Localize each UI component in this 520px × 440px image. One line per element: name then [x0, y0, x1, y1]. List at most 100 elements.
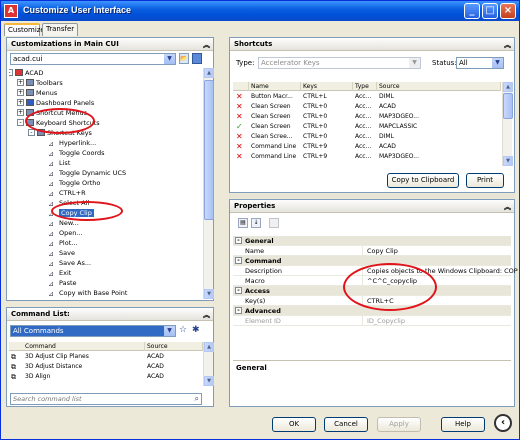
scroll-down-icon[interactable]: ▼	[503, 156, 513, 166]
chevron-down-icon[interactable]: ▼	[492, 58, 503, 68]
tree-item[interactable]: ⊿ Select All	[48, 198, 89, 208]
tree-item[interactable]: ⊿ Copy with Base Point	[48, 288, 127, 298]
property-value[interactable]: Copy Clip	[367, 246, 398, 256]
title-bar[interactable]: A Customize User Interface _ □ ×	[1, 1, 519, 21]
tree-item[interactable]: ⊿ Save As...	[48, 258, 91, 268]
tree-item[interactable]: ⊿ Toggle Dynamic UCS	[48, 168, 126, 178]
scroll-down-icon[interactable]: ▼	[204, 376, 214, 386]
collapse-icon[interactable]: ︽	[504, 201, 511, 213]
shortcut-row[interactable]: ✕ Clean Screen CTRL+0 Acc... MAP3DGEO...	[233, 113, 501, 121]
tree-item[interactable]: + Toolbars	[17, 78, 63, 88]
collapse-icon[interactable]: ︽	[203, 39, 210, 51]
open-file-icon[interactable]: 📂	[179, 53, 189, 64]
tree-item[interactable]: ⊿ Open...	[48, 228, 83, 238]
sort-alphabetical-icon[interactable]: ↓	[251, 218, 261, 228]
property-pages-icon[interactable]	[269, 218, 279, 228]
tree-item[interactable]: ⊿ Save	[48, 248, 75, 258]
copy-to-clipboard-button[interactable]: Copy to Clipboard	[387, 173, 459, 188]
collapse-tree-icon[interactable]: -	[235, 237, 242, 244]
collapse-tree-icon[interactable]: -	[235, 287, 242, 294]
property-value[interactable]: CTRL+C	[367, 296, 394, 306]
maximize-button[interactable]: □	[482, 3, 498, 19]
command-filter-combo[interactable]: All Commands ▼	[10, 325, 176, 337]
property-category[interactable]: - Command	[233, 256, 511, 266]
property-row[interactable]: Key(s) CTRL+C	[233, 296, 511, 306]
shortcut-row[interactable]: ✕ Clean Screen CTRL+0 Acc... ACAD	[233, 103, 501, 111]
property-value[interactable]: ID_Copyclip	[367, 316, 405, 326]
collapse-tree-icon[interactable]: -	[235, 257, 242, 264]
property-row[interactable]: Description Copies objects to the Windows…	[233, 266, 518, 276]
scroll-up-icon[interactable]: ▲	[503, 82, 513, 92]
property-category[interactable]: - General	[233, 236, 511, 246]
search-command-box[interactable]: ⌕	[10, 393, 202, 405]
new-command-icon[interactable]: ✱	[192, 325, 200, 335]
column-command[interactable]: Command	[9, 342, 145, 351]
tree-item[interactable]: ⊿ Toggle Coords	[48, 148, 105, 158]
scroll-up-icon[interactable]: ▲	[204, 68, 214, 78]
tree-item[interactable]: - ACAD	[9, 68, 43, 78]
tab-transfer[interactable]: Transfer	[42, 23, 78, 36]
collapse-tree-icon[interactable]: -	[235, 307, 242, 314]
tree-item[interactable]: ⊿ New...	[48, 218, 79, 228]
expand-icon[interactable]: +	[17, 109, 24, 116]
collapse-tree-icon[interactable]: -	[17, 119, 24, 126]
shortcut-row[interactable]: ✓ Clean Screen CTRL+0 Acc... MAPCLASSIC	[233, 123, 501, 131]
command-row[interactable]: ⧉ 3D Adjust Clip Planes ACAD	[9, 353, 203, 361]
command-row[interactable]: ⧉ 3D Adjust Distance ACAD	[9, 363, 203, 371]
expand-icon[interactable]: +	[17, 79, 24, 86]
help-button[interactable]: Help	[441, 417, 485, 432]
status-combo[interactable]: All ▼	[456, 57, 504, 69]
tree-item[interactable]: - Keyboard Shortcuts	[17, 118, 100, 128]
search-icon[interactable]: ⌕	[195, 394, 199, 404]
property-value[interactable]: Copies objects to the Windows Clipboard:…	[367, 266, 518, 276]
column-status[interactable]	[233, 82, 249, 91]
ok-button[interactable]: OK	[272, 417, 316, 432]
collapse-tree-icon[interactable]: -	[28, 129, 35, 136]
print-button[interactable]: Print	[466, 173, 504, 188]
cui-file-combo[interactable]: acad.cui ▼	[10, 53, 176, 65]
tree-item[interactable]: ⊿ Toggle Ortho	[48, 178, 100, 188]
panel-splitter[interactable]	[229, 194, 515, 198]
tree-item[interactable]: - Shortcut Keys	[28, 128, 92, 138]
collapse-tree-icon[interactable]: -	[9, 69, 13, 76]
chevron-down-icon[interactable]: ▼	[164, 326, 175, 336]
property-category[interactable]: - Advanced	[233, 306, 511, 316]
categorized-icon[interactable]: ▤	[238, 218, 248, 228]
command-list-scrollbar[interactable]: ▲ ▼	[203, 342, 214, 386]
scroll-thumb[interactable]	[204, 80, 214, 220]
tree-item[interactable]: ⊿ Hyperlink...	[48, 138, 96, 148]
tree-item[interactable]: + Menus	[17, 88, 57, 98]
expand-icon[interactable]: +	[17, 99, 24, 106]
property-row[interactable]: Macro ^C^C_copyclip	[233, 276, 511, 286]
column-type[interactable]: Type	[353, 82, 377, 91]
expand-icon[interactable]: +	[17, 89, 24, 96]
shortcut-row[interactable]: ✕ Button Macr... CTRL+L Acc... DIML	[233, 93, 501, 101]
command-row[interactable]: ⧉ 3D Align ACAD	[9, 373, 203, 381]
property-category[interactable]: - Access	[233, 286, 511, 296]
property-row[interactable]: Name Copy Clip	[233, 246, 511, 256]
tree-scrollbar[interactable]: ▲ ▼	[203, 68, 214, 299]
tree-item[interactable]: ⊿ Paste	[48, 278, 77, 288]
tab-customize[interactable]: Customize	[4, 23, 45, 36]
apply-button[interactable]: Apply	[377, 417, 421, 432]
cancel-button[interactable]: Cancel	[324, 417, 368, 432]
scroll-down-icon[interactable]: ▼	[204, 289, 214, 299]
search-command-input[interactable]	[11, 394, 186, 404]
chevron-down-icon[interactable]: ▼	[164, 54, 175, 64]
collapse-icon[interactable]: ︽	[203, 309, 210, 321]
property-value[interactable]: ^C^C_copyclip	[367, 276, 417, 286]
tree-item[interactable]: + Dashboard Panels	[17, 98, 94, 108]
type-combo[interactable]: Accelerator Keys ▼	[258, 57, 421, 69]
shortcuts-scrollbar[interactable]: ▲ ▼	[502, 82, 513, 166]
chevron-down-icon[interactable]: ▼	[409, 58, 420, 68]
shortcut-row[interactable]: ✕ Command Line CTRL+9 Acc... MAP3DGEO...	[233, 153, 501, 161]
tree-item[interactable]: ⊿ CTRL+R	[48, 188, 86, 198]
tree-item[interactable]: ⊿ Copy Clip	[48, 208, 94, 218]
minimize-button[interactable]: _	[464, 3, 480, 19]
tree-item[interactable]: + Shortcut Menus	[17, 108, 87, 118]
column-source[interactable]: Source	[145, 342, 203, 351]
close-button[interactable]: ×	[500, 3, 516, 19]
tree-item[interactable]: ⊿ Exit	[48, 268, 71, 278]
star-icon[interactable]: ☆	[179, 325, 187, 335]
scroll-up-icon[interactable]: ▲	[204, 342, 214, 352]
